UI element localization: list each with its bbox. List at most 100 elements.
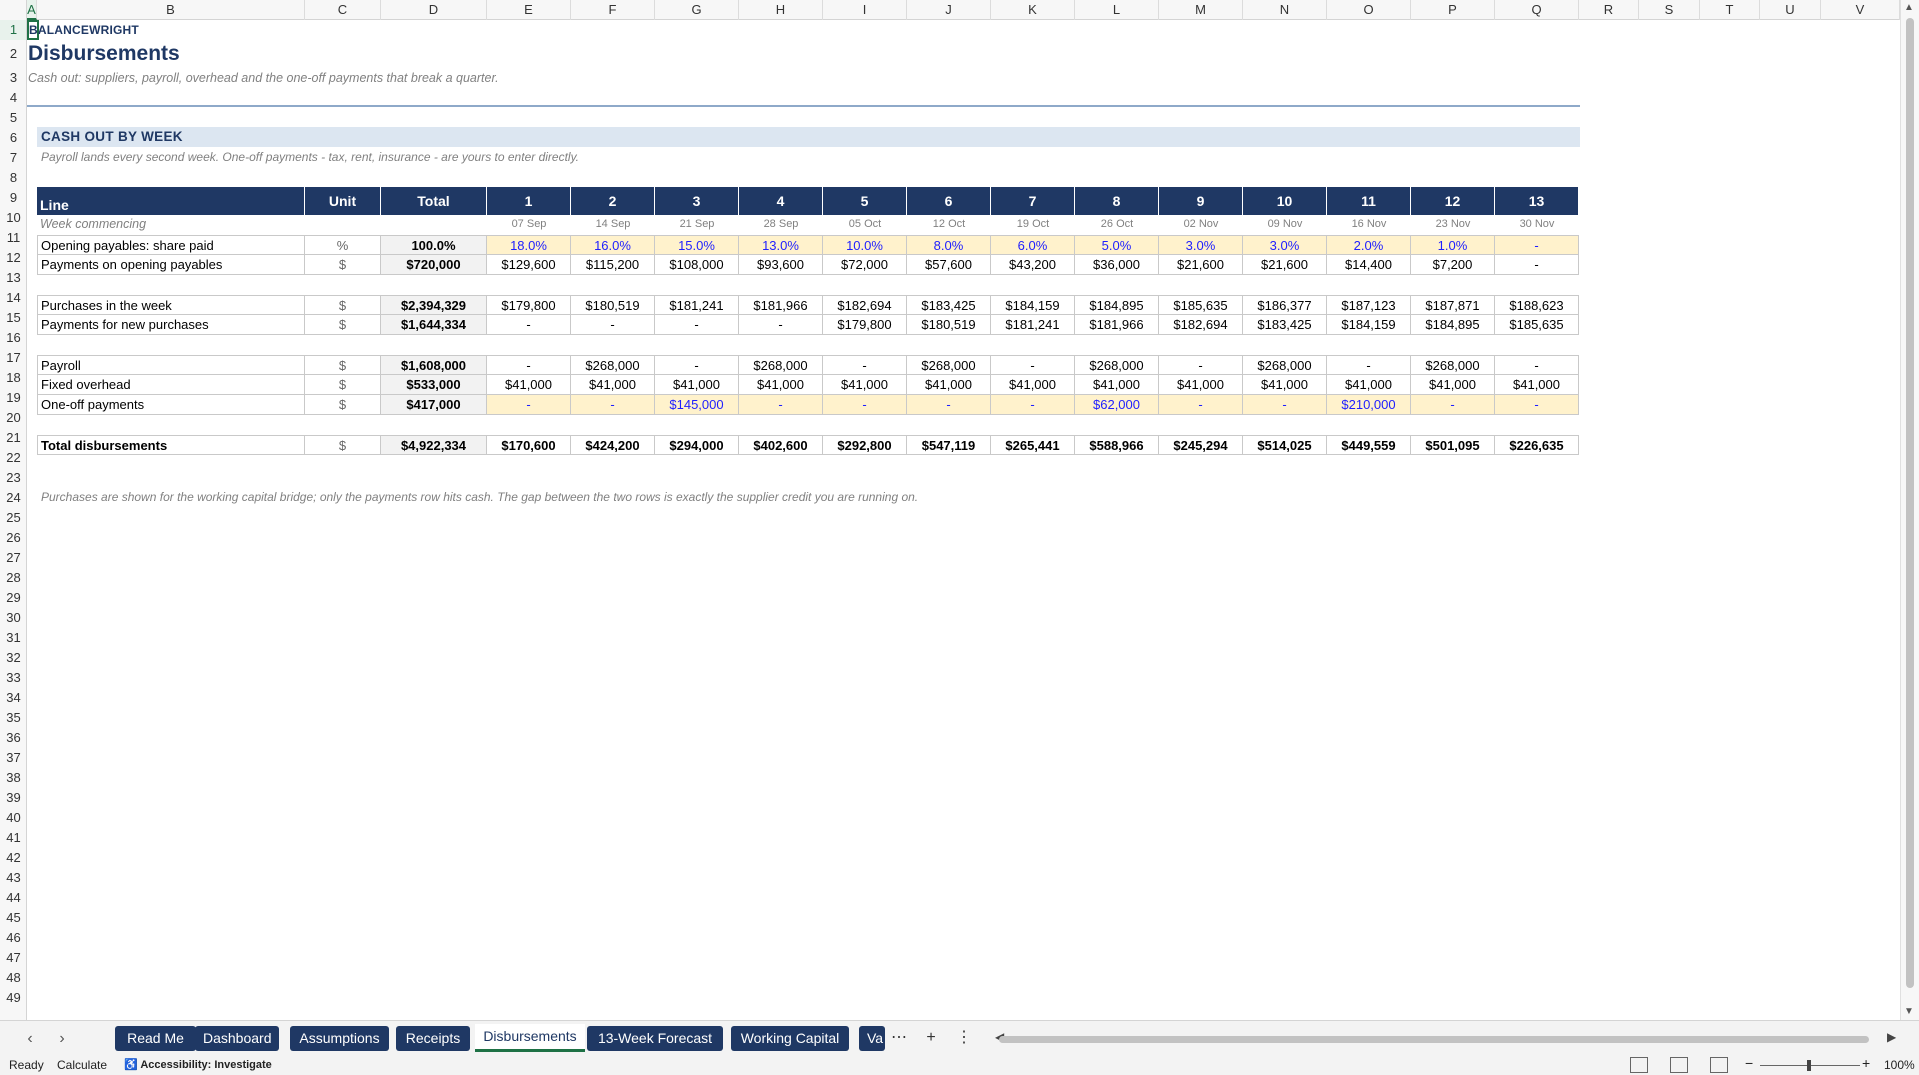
row-header[interactable]: 15	[0, 308, 26, 328]
row-value[interactable]: -	[487, 315, 571, 335]
row-value[interactable]: $184,159	[1327, 315, 1411, 335]
row-value[interactable]: $402,600	[739, 435, 823, 455]
sheet-tab-working-capital[interactable]: Working Capital	[731, 1026, 849, 1051]
vertical-scroll-thumb[interactable]	[1906, 18, 1914, 988]
row-value[interactable]: $7,200	[1411, 255, 1495, 275]
row-header[interactable]: 3	[0, 68, 26, 88]
row-header[interactable]: 41	[0, 828, 26, 848]
column-header-m[interactable]: M	[1159, 0, 1243, 20]
row-value[interactable]: -	[487, 395, 571, 415]
row-value[interactable]: 1.0%	[1411, 235, 1495, 255]
row-value[interactable]: -	[823, 395, 907, 415]
row-value[interactable]: $424,200	[571, 435, 655, 455]
column-header-t[interactable]: T	[1700, 0, 1760, 20]
row-value[interactable]: -	[991, 395, 1075, 415]
row-value[interactable]: -	[1495, 395, 1579, 415]
row-total[interactable]: $1,608,000	[381, 355, 487, 375]
row-value[interactable]: $43,200	[991, 255, 1075, 275]
row-value[interactable]: $14,400	[1327, 255, 1411, 275]
row-value[interactable]: $179,800	[823, 315, 907, 335]
sheet-tab-read-me[interactable]: Read Me	[115, 1026, 196, 1051]
row-header[interactable]: 25	[0, 508, 26, 528]
row-value[interactable]: $180,519	[907, 315, 991, 335]
row-value[interactable]: $93,600	[739, 255, 823, 275]
horizontal-scroll-thumb[interactable]	[999, 1036, 1869, 1043]
row-value[interactable]: $21,600	[1159, 255, 1243, 275]
row-header[interactable]: 10	[0, 208, 26, 228]
row-value[interactable]: -	[1243, 395, 1327, 415]
row-value[interactable]: -	[655, 355, 739, 375]
row-value[interactable]: $245,294	[1159, 435, 1243, 455]
row-value[interactable]: $41,000	[655, 375, 739, 395]
row-value[interactable]: 3.0%	[1243, 235, 1327, 255]
row-value[interactable]: -	[571, 395, 655, 415]
row-label[interactable]: Payroll	[37, 355, 305, 375]
page-layout-view-icon[interactable]	[1670, 1057, 1688, 1073]
row-header[interactable]: 6	[0, 128, 26, 148]
row-header[interactable]: 39	[0, 788, 26, 808]
column-header-e[interactable]: E	[487, 0, 571, 20]
row-value[interactable]: $145,000	[655, 395, 739, 415]
row-total[interactable]: $533,000	[381, 375, 487, 395]
row-value[interactable]: 5.0%	[1075, 235, 1159, 255]
row-header[interactable]: 44	[0, 888, 26, 908]
column-header-c[interactable]: C	[305, 0, 381, 20]
row-total[interactable]: $2,394,329	[381, 295, 487, 315]
row-value[interactable]: $182,694	[1159, 315, 1243, 335]
row-value[interactable]: $294,000	[655, 435, 739, 455]
zoom-out-icon[interactable]: −	[1745, 1056, 1753, 1071]
row-unit[interactable]: %	[305, 235, 381, 255]
column-header-i[interactable]: I	[823, 0, 907, 20]
row-header[interactable]: 27	[0, 548, 26, 568]
column-header-p[interactable]: P	[1411, 0, 1495, 20]
row-value[interactable]: $181,241	[655, 295, 739, 315]
column-header-q[interactable]: Q	[1495, 0, 1579, 20]
row-value[interactable]: $36,000	[1075, 255, 1159, 275]
sheet-tab-dashboard[interactable]: Dashboard	[195, 1026, 279, 1051]
row-header[interactable]: 48	[0, 968, 26, 988]
row-value[interactable]: $268,000	[739, 355, 823, 375]
row-header[interactable]: 24	[0, 488, 26, 508]
row-value[interactable]: -	[907, 395, 991, 415]
zoom-level[interactable]: 100%	[1884, 1058, 1915, 1073]
row-header[interactable]: 23	[0, 468, 26, 488]
row-value[interactable]: $187,871	[1411, 295, 1495, 315]
row-label[interactable]: Payments for new purchases	[37, 315, 305, 335]
column-header-a[interactable]: A	[27, 0, 37, 20]
row-value[interactable]: $181,966	[739, 295, 823, 315]
row-value[interactable]: $514,025	[1243, 435, 1327, 455]
calculate-button[interactable]: Calculate	[57, 1058, 107, 1073]
sheet-tab-assumptions[interactable]: Assumptions	[290, 1026, 389, 1051]
row-total[interactable]: $1,644,334	[381, 315, 487, 335]
row-value[interactable]: $226,635	[1495, 435, 1579, 455]
row-value[interactable]: 10.0%	[823, 235, 907, 255]
row-value[interactable]: $186,377	[1243, 295, 1327, 315]
row-value[interactable]: $41,000	[739, 375, 823, 395]
row-header[interactable]: 19	[0, 388, 26, 408]
column-header-s[interactable]: S	[1639, 0, 1700, 20]
row-value[interactable]: $184,159	[991, 295, 1075, 315]
scroll-down-icon[interactable]: ▼	[1904, 1006, 1914, 1017]
row-header[interactable]: 40	[0, 808, 26, 828]
row-header[interactable]: 46	[0, 928, 26, 948]
scroll-right-icon[interactable]: ▶	[1887, 1030, 1896, 1044]
column-header-l[interactable]: L	[1075, 0, 1159, 20]
scroll-up-icon[interactable]: ▲	[1904, 2, 1914, 13]
vertical-scrollbar[interactable]: ▲ ▼	[1900, 0, 1919, 1020]
row-value[interactable]: 18.0%	[487, 235, 571, 255]
row-header[interactable]: 11	[0, 228, 26, 248]
row-header[interactable]: 20	[0, 408, 26, 428]
page-break-view-icon[interactable]	[1710, 1057, 1728, 1073]
row-value[interactable]: $181,241	[991, 315, 1075, 335]
row-value[interactable]: $41,000	[1495, 375, 1579, 395]
row-header[interactable]: 13	[0, 268, 26, 288]
row-unit[interactable]: $	[305, 255, 381, 275]
column-header-g[interactable]: G	[655, 0, 739, 20]
row-value[interactable]: $184,895	[1075, 295, 1159, 315]
row-label[interactable]: One-off payments	[37, 395, 305, 415]
row-label[interactable]: Purchases in the week	[37, 295, 305, 315]
row-value[interactable]: -	[739, 395, 823, 415]
row-total[interactable]: $4,922,334	[381, 435, 487, 455]
row-value[interactable]: $588,966	[1075, 435, 1159, 455]
row-value[interactable]: -	[991, 355, 1075, 375]
